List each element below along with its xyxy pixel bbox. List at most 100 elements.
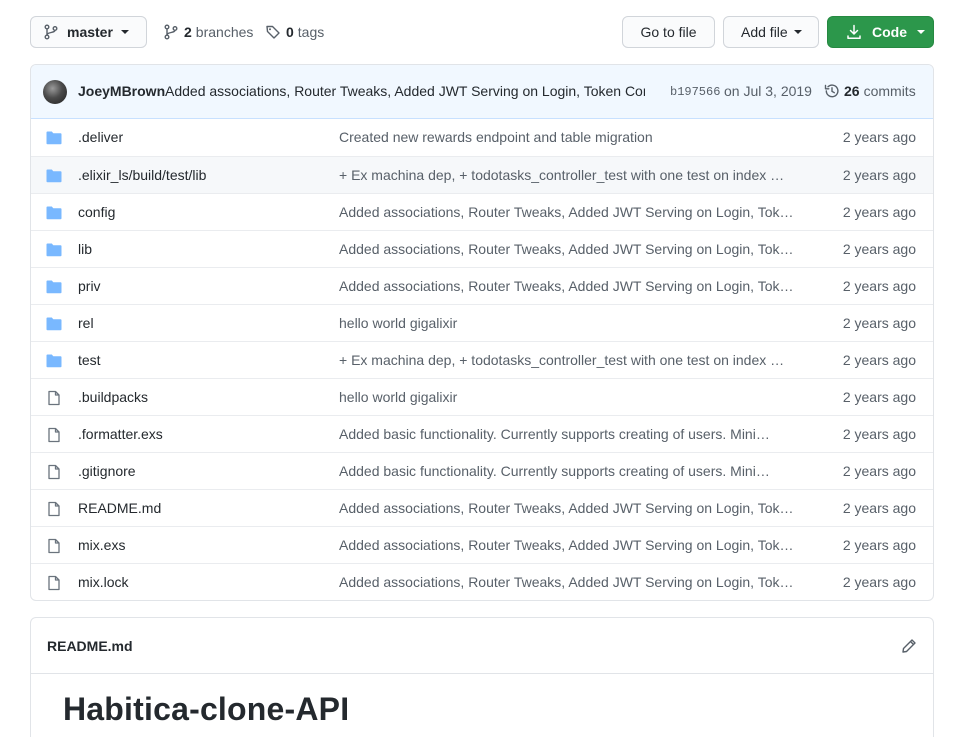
file-commit-message-link[interactable]: + Ex machina dep, + todotasks_controller… <box>339 352 799 368</box>
file-commit-message-link[interactable]: + Ex machina dep, + todotasks_controller… <box>339 167 799 183</box>
file-icon <box>46 464 62 480</box>
chevron-down-icon <box>120 30 129 34</box>
file-name-link[interactable]: mix.lock <box>78 574 129 590</box>
file-commit-age: 2 years ago <box>842 500 916 516</box>
file-row[interactable]: mix.lock Added associations, Router Tweak… <box>31 563 933 600</box>
file-commit-message-link[interactable]: Added associations, Router Tweaks, Added… <box>339 204 799 220</box>
file-row[interactable]: .buildpacks hello world gigalixir 2 years … <box>31 378 933 415</box>
file-commit-age: 2 years ago <box>842 352 916 368</box>
file-row[interactable]: README.md Added associations, Router Twea… <box>31 489 933 526</box>
file-commit-age: 2 years ago <box>842 129 916 145</box>
file-commit-age: 2 years ago <box>842 389 916 405</box>
commit-message[interactable]: Added associations, Router Tweaks, Added… <box>165 83 645 99</box>
code-button[interactable]: Code <box>827 16 934 48</box>
file-row[interactable]: .formatter.exs Added basic functionality.… <box>31 415 933 452</box>
file-commit-message-link[interactable]: Added basic functionality. Currently sup… <box>339 463 799 479</box>
file-name-link[interactable]: test <box>78 352 101 368</box>
file-commit-message-link[interactable]: hello world gigalixir <box>339 389 799 405</box>
tags-count: 0 <box>286 24 294 40</box>
file-commit-age: 2 years ago <box>842 426 916 442</box>
file-commit-age: 2 years ago <box>842 463 916 479</box>
folder-icon <box>46 316 62 332</box>
latest-commit-bar: JoeyMBrown Added associations, Router Tw… <box>31 65 933 119</box>
git-branch-icon <box>163 24 179 40</box>
branch-label: master <box>67 24 113 40</box>
file-commit-message-link[interactable]: Added basic functionality. Currently sup… <box>339 426 799 442</box>
file-row[interactable]: .elixir_ls/build/test/lib + Ex machina de… <box>31 156 933 193</box>
file-icon <box>46 575 62 591</box>
readme-heading: Habitica-clone-API <box>63 691 350 727</box>
commits-link[interactable]: 26 commits <box>824 83 916 99</box>
file-commit-age: 2 years ago <box>842 278 916 294</box>
file-commit-message-link[interactable]: Created new rewards endpoint and table m… <box>339 129 799 145</box>
file-commit-message-link[interactable]: Added associations, Router Tweaks, Added… <box>339 278 799 294</box>
readme-panel: README.md Habitica-clone-API <box>30 617 934 737</box>
readme-filename[interactable]: README.md <box>47 638 133 654</box>
branch-select-button[interactable]: master <box>30 16 147 48</box>
file-name-link[interactable]: config <box>78 204 115 220</box>
file-name-link[interactable]: README.md <box>78 500 161 516</box>
code-label: Code <box>872 24 907 40</box>
file-row[interactable]: rel hello world gigalixir 2 years ago <box>31 304 933 341</box>
chevron-down-icon <box>917 30 925 34</box>
file-commit-age: 2 years ago <box>842 204 916 220</box>
commit-sha[interactable]: b197566 <box>670 85 720 99</box>
file-icon <box>46 501 62 517</box>
file-list: .deliver Created new rewards endpoint and… <box>31 119 933 600</box>
folder-icon <box>46 168 62 184</box>
file-row[interactable]: test + Ex machina dep, + todotasks_contro… <box>31 341 933 378</box>
commit-date: on Jul 3, 2019 <box>724 83 812 99</box>
file-commit-age: 2 years ago <box>842 315 916 331</box>
file-row[interactable]: mix.exs Added associations, Router Tweaks… <box>31 526 933 563</box>
file-commit-age: 2 years ago <box>842 241 916 257</box>
file-row[interactable]: priv Added associations, Router Tweaks, A… <box>31 267 933 304</box>
tag-icon <box>265 24 281 40</box>
commits-label: commits <box>863 83 916 99</box>
file-commit-message-link[interactable]: Added associations, Router Tweaks, Added… <box>339 241 799 257</box>
add-file-label: Add file <box>741 24 788 40</box>
file-icon <box>46 538 62 554</box>
file-row[interactable]: .deliver Created new rewards endpoint and… <box>31 119 933 156</box>
tags-link[interactable]: 0 tags <box>265 16 324 48</box>
file-name-link[interactable]: .elixir_ls/build/test/lib <box>78 167 206 183</box>
file-name-link[interactable]: lib <box>78 241 92 257</box>
file-commit-message-link[interactable]: Added associations, Router Tweaks, Added… <box>339 537 799 553</box>
file-name-link[interactable]: .deliver <box>78 129 123 145</box>
file-commit-message-link[interactable]: Added associations, Router Tweaks, Added… <box>339 574 799 590</box>
repo-toolbar: master 2 branches 0 tags Go to file Add … <box>30 16 934 48</box>
file-name-link[interactable]: .buildpacks <box>78 389 148 405</box>
file-commit-age: 2 years ago <box>842 167 916 183</box>
commit-author[interactable]: JoeyMBrown <box>78 83 165 99</box>
folder-icon <box>46 353 62 369</box>
add-file-button[interactable]: Add file <box>723 16 819 48</box>
file-row[interactable]: lib Added associations, Router Tweaks, Ad… <box>31 230 933 267</box>
file-name-link[interactable]: .formatter.exs <box>78 426 163 442</box>
pencil-icon[interactable] <box>901 638 917 654</box>
file-row[interactable]: config Added associations, Router Tweaks,… <box>31 193 933 230</box>
branches-link[interactable]: 2 branches <box>163 16 253 48</box>
file-row[interactable]: .gitignore Added basic functionality. Cur… <box>31 452 933 489</box>
file-icon <box>46 427 62 443</box>
file-commit-message-link[interactable]: Added associations, Router Tweaks, Added… <box>339 500 799 516</box>
avatar[interactable] <box>43 80 67 104</box>
file-commit-age: 2 years ago <box>842 537 916 553</box>
file-name-link[interactable]: rel <box>78 315 94 331</box>
git-branch-icon <box>43 24 59 40</box>
history-icon <box>824 83 840 99</box>
file-browser: JoeyMBrown Added associations, Router Tw… <box>30 64 934 601</box>
go-to-file-button[interactable]: Go to file <box>622 16 715 48</box>
folder-icon <box>46 130 62 146</box>
tags-label: tags <box>297 24 325 40</box>
file-name-link[interactable]: .gitignore <box>78 463 136 479</box>
readme-header: README.md <box>31 618 933 674</box>
branches-label: branches <box>195 24 254 40</box>
file-icon <box>46 390 62 406</box>
folder-icon <box>46 279 62 295</box>
file-name-link[interactable]: mix.exs <box>78 537 125 553</box>
file-name-link[interactable]: priv <box>78 278 101 294</box>
branches-count: 2 <box>184 24 192 40</box>
file-commit-age: 2 years ago <box>842 574 916 590</box>
file-commit-message-link[interactable]: hello world gigalixir <box>339 315 799 331</box>
folder-icon <box>46 205 62 221</box>
download-icon <box>846 24 862 40</box>
